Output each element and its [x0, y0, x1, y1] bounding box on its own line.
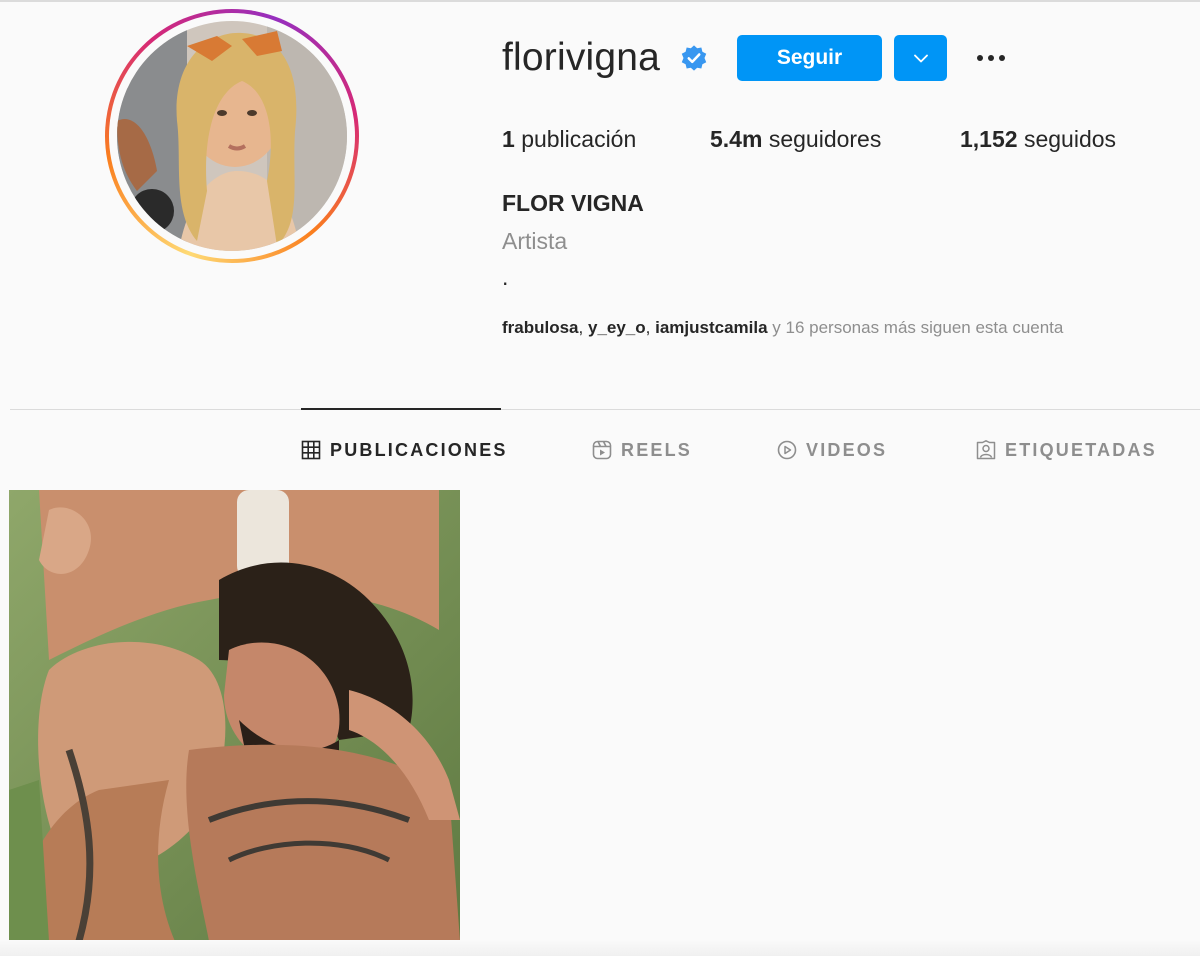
followers-link[interactable]: 5.4m seguidores [710, 126, 881, 153]
reels-icon [592, 440, 612, 460]
post-thumbnail[interactable] [9, 490, 460, 941]
follow-button[interactable]: Seguir [737, 35, 882, 81]
profile-username: florivigna [502, 36, 661, 79]
followed-by-text[interactable]: frabulosa, y_ey_o, iamjustcamila y 16 pe… [502, 318, 1063, 338]
followed-by-rest: y 16 personas más siguen esta cuenta [772, 318, 1064, 337]
tab-reels[interactable]: REELS [592, 438, 692, 462]
profile-avatar[interactable] [105, 9, 359, 263]
more-options-button[interactable] [968, 40, 1014, 76]
avatar-photo [117, 21, 347, 251]
grid-icon [301, 440, 321, 460]
profile-bio: . [502, 264, 509, 290]
followed-by-account[interactable]: y_ey_o [588, 318, 646, 337]
following-link[interactable]: 1,152 seguidos [960, 126, 1116, 153]
followed-by-account[interactable]: iamjustcamila [655, 318, 767, 337]
tabs-divider [10, 409, 1200, 410]
tab-publicaciones[interactable]: PUBLICACIONES [301, 438, 508, 462]
profile-full-name: FLOR VIGNA [502, 190, 644, 216]
post-image [9, 490, 460, 941]
tagged-person-icon [976, 440, 996, 460]
verified-badge-icon [681, 45, 707, 71]
bottom-edge [0, 940, 1200, 956]
tab-videos[interactable]: VIDEOS [777, 438, 887, 462]
top-border [0, 0, 1200, 2]
posts-count: 1 publicación [502, 126, 637, 152]
tab-etiquetadas[interactable]: ETIQUETADAS [976, 438, 1157, 462]
active-tab-indicator [301, 408, 501, 410]
suggested-accounts-button[interactable] [894, 35, 947, 81]
play-circle-icon [777, 440, 797, 460]
more-icon [977, 55, 983, 61]
profile-category: Artista [502, 228, 568, 254]
followed-by-account[interactable]: frabulosa [502, 318, 579, 337]
chevron-down-icon [913, 54, 928, 62]
